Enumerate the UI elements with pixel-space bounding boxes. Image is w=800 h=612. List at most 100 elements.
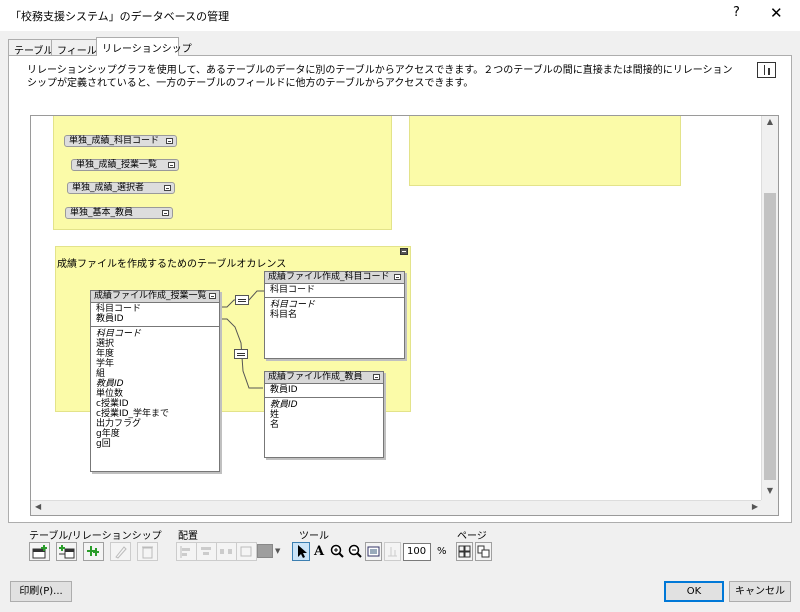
toolbar-section-label: テーブル/リレーションシップ	[29, 531, 162, 542]
pointer-tool-button[interactable]	[292, 542, 310, 561]
field-list: 教員ID 姓 名	[265, 398, 383, 430]
cancel-button[interactable]: キャンセル	[729, 581, 791, 602]
align-left-icon	[180, 546, 190, 558]
field[interactable]: 姓	[270, 410, 383, 420]
chevron-down-icon[interactable]: ▼	[275, 547, 280, 555]
scroll-down-icon[interactable]: ▼	[762, 486, 778, 500]
page-setup-icon	[458, 545, 471, 558]
key-fields: 科目コード	[265, 284, 404, 298]
table-occurrence-kamoku[interactable]: 成績ファイル作成_科目コード 科目コード 科目コード 科目名	[264, 271, 405, 359]
relationship-graph[interactable]: 単独_成績_科目コード 単独_成績_授業一覧 単独_成績_選択者 単独_基本_教…	[30, 115, 779, 516]
add-relationship-button[interactable]	[56, 542, 77, 561]
text-tool-button[interactable]: A	[311, 542, 327, 561]
edit-button[interactable]	[110, 542, 131, 561]
field[interactable]: 科目名	[270, 310, 404, 320]
key-field[interactable]: 科目コード	[270, 285, 404, 295]
collapse-toggle-icon[interactable]	[394, 274, 401, 280]
field[interactable]: c授業ID_学年まで	[96, 409, 219, 419]
resize-icon	[240, 546, 252, 557]
zoom-out-button[interactable]	[346, 542, 363, 561]
zoom-level-input[interactable]: 100	[403, 543, 431, 561]
field[interactable]: 科目コード	[270, 300, 404, 310]
table-header[interactable]: 成績ファイル作成_教員	[265, 372, 383, 384]
field[interactable]: 科目コード	[96, 329, 219, 339]
align-left-button[interactable]	[176, 542, 197, 561]
field[interactable]: g回	[96, 439, 219, 449]
toolbar-section-label: ページ	[457, 531, 487, 542]
key-field[interactable]: 科目コード	[96, 304, 219, 314]
distribute-icon	[220, 549, 232, 554]
field[interactable]: 単位数	[96, 389, 219, 399]
collapse-toggle-icon[interactable]	[209, 293, 216, 299]
add-table-button[interactable]	[29, 542, 50, 561]
fit-window-button[interactable]	[365, 542, 382, 561]
key-fields: 教員ID	[265, 384, 383, 398]
field[interactable]: g年度	[96, 429, 219, 439]
close-button[interactable]: ✕	[770, 4, 783, 22]
add-table-icon	[32, 545, 47, 559]
help-button[interactable]: ?	[733, 5, 740, 20]
key-field[interactable]: 教員ID	[270, 385, 383, 395]
relationship-operator-icon[interactable]	[234, 349, 248, 359]
page-setup-button[interactable]	[456, 542, 473, 561]
scroll-left-icon[interactable]: ◀	[35, 502, 41, 511]
zoom-out-icon	[348, 544, 362, 558]
scroll-right-icon[interactable]: ▶	[752, 502, 758, 511]
field[interactable]: c授業ID	[96, 399, 219, 409]
scroll-thumb[interactable]	[764, 193, 776, 480]
field[interactable]: 出力フラグ	[96, 419, 219, 429]
field[interactable]: 組	[96, 369, 219, 379]
print-preview-icon	[477, 545, 490, 558]
tab-tables[interactable]: テーブル	[8, 39, 53, 57]
field-list: 科目コード 科目名	[265, 298, 404, 320]
field[interactable]: 年度	[96, 349, 219, 359]
table-name: 成績ファイル作成_授業一覧	[94, 291, 207, 301]
panel-toggle-icon[interactable]	[757, 62, 776, 78]
print-preview-button[interactable]	[475, 542, 492, 561]
pointer-icon	[298, 545, 307, 558]
zoom-unit-label: %	[437, 546, 447, 557]
collapse-toggle-icon[interactable]	[373, 374, 380, 380]
relationships-panel: リレーションシップグラフを使用して、あるテーブルのデータに別のテーブルからアクセ…	[8, 55, 792, 523]
zoom-in-icon	[330, 544, 344, 558]
table-header[interactable]: 成績ファイル作成_授業一覧	[91, 291, 219, 303]
window-title: 「校務支援システム」のデータベースの管理	[10, 10, 230, 23]
field[interactable]: 名	[270, 420, 383, 430]
scroll-corner	[761, 500, 778, 515]
delete-button[interactable]	[137, 542, 158, 561]
key-fields: 科目コード 教員ID	[91, 303, 219, 327]
print-button[interactable]: 印刷(P)...	[10, 581, 72, 602]
scroll-up-icon[interactable]: ▲	[762, 117, 778, 131]
tab-relationships[interactable]: リレーションシップ	[96, 37, 192, 56]
description-text: リレーションシップグラフを使用して、あるテーブルのデータに別のテーブルからアクセ…	[27, 65, 733, 89]
table-occurrence-jugyo[interactable]: 成績ファイル作成_授業一覧 科目コード 教員ID 科目コード 選択 年度 学年 …	[90, 290, 220, 472]
zoom-in-button[interactable]	[328, 542, 345, 561]
field[interactable]: 学年	[96, 359, 219, 369]
vertical-scrollbar[interactable]: ▲ ▼	[761, 116, 778, 501]
align-center-icon	[201, 547, 211, 555]
table-name: 成績ファイル作成_科目コード	[268, 272, 390, 282]
field-list: 科目コード 選択 年度 学年 組 教員ID 単位数 c授業ID c授業ID_学年…	[91, 327, 219, 449]
field[interactable]: 選択	[96, 339, 219, 349]
relationship-operator-icon[interactable]	[235, 295, 249, 305]
toolbar-section-label: ツール	[299, 531, 329, 542]
color-swatch-icon[interactable]	[257, 544, 273, 558]
distribute-button[interactable]	[216, 542, 237, 561]
duplicate-button[interactable]	[83, 542, 104, 561]
table-occurrence-kyoin[interactable]: 成績ファイル作成_教員 教員ID 教員ID 姓 名	[264, 371, 384, 458]
page-breaks-button[interactable]	[384, 542, 401, 561]
title-bar: 「校務支援システム」のデータベースの管理 ? ✕	[0, 0, 800, 31]
page-breaks-icon	[388, 547, 397, 557]
add-relationship-icon	[59, 545, 75, 559]
resize-button[interactable]	[236, 542, 257, 561]
key-field[interactable]: 教員ID	[96, 314, 219, 324]
horizontal-scrollbar[interactable]: ◀ ▶	[31, 500, 762, 515]
ok-button[interactable]: OK	[664, 581, 724, 602]
align-center-button[interactable]	[196, 542, 217, 561]
field[interactable]: 教員ID	[96, 379, 219, 389]
field[interactable]: 教員ID	[270, 400, 383, 410]
table-header[interactable]: 成績ファイル作成_科目コード	[265, 272, 404, 284]
tab-fields[interactable]: フィールド	[51, 39, 107, 57]
fit-window-icon	[367, 546, 380, 557]
graph-canvas[interactable]: 単独_成績_科目コード 単独_成績_授業一覧 単独_成績_選択者 単独_基本_教…	[31, 116, 759, 503]
